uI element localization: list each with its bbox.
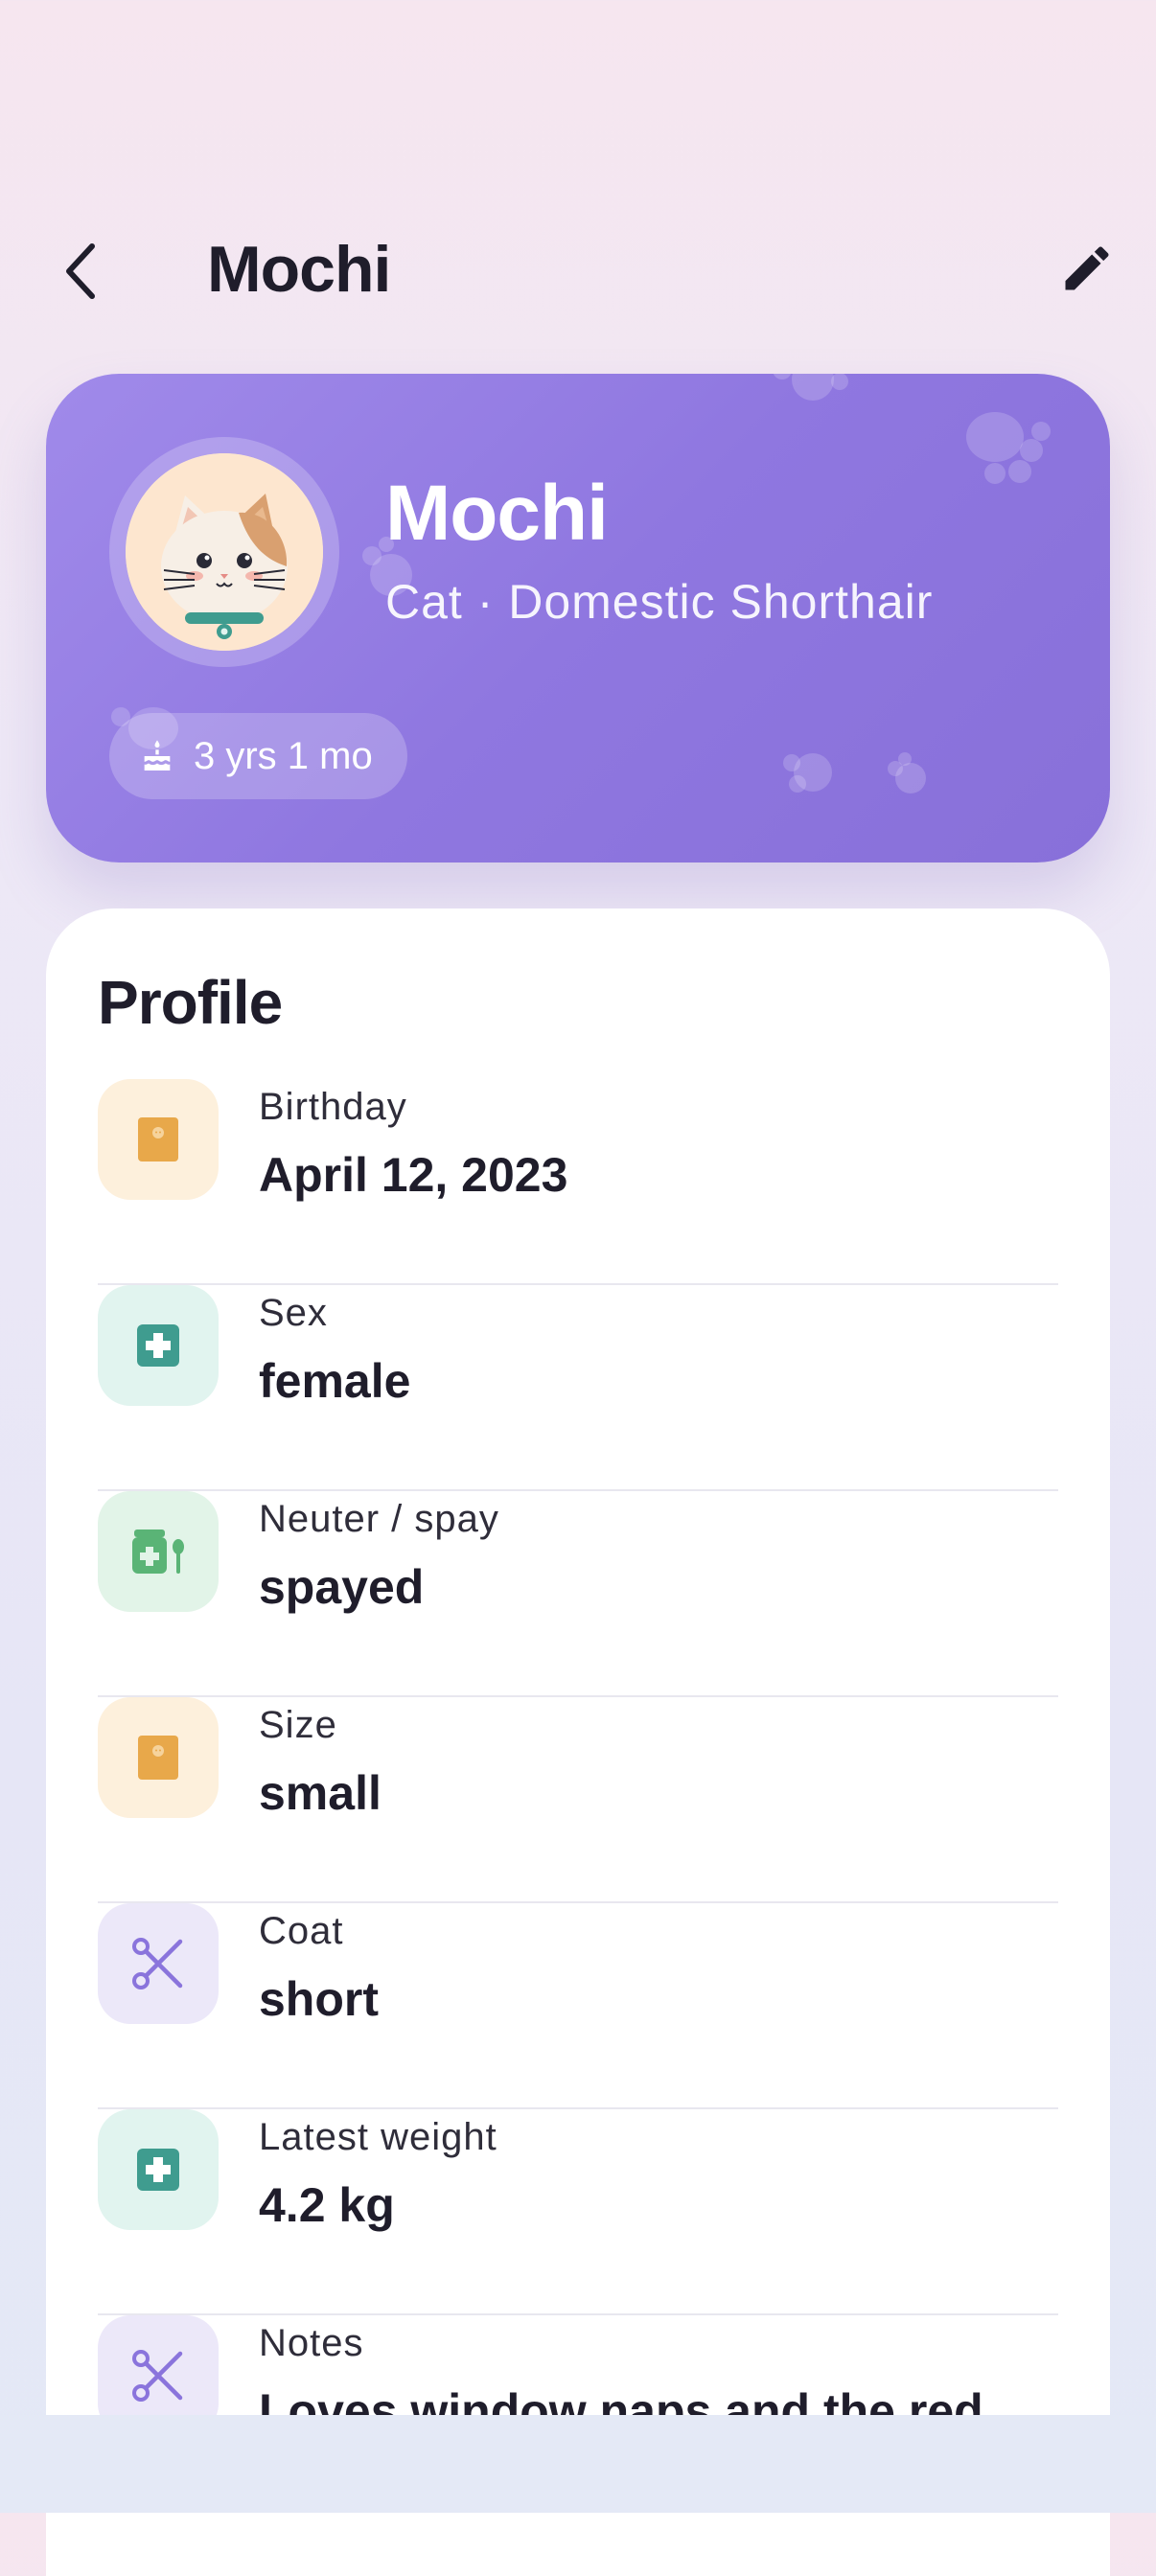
row-icon-tile — [98, 1285, 219, 1406]
paw-print-decoration — [888, 752, 926, 794]
page-title: Mochi — [207, 233, 391, 306]
row-label: Latest weight — [259, 2116, 497, 2158]
bottom-safe-area — [0, 2415, 1156, 2513]
row-icon-tile — [98, 1079, 219, 1200]
age-label: 3 yrs 1 mo — [194, 734, 373, 777]
row-label: Sex — [259, 1292, 328, 1334]
row-value: 4.2 kg — [259, 2178, 395, 2232]
row-label: Birthday — [259, 1086, 407, 1128]
scissors-icon — [132, 2350, 183, 2402]
row-value: April 12, 2023 — [259, 1148, 568, 1202]
profile-row-birthday[interactable]: Birthday April 12, 2023 — [98, 1079, 1058, 1285]
row-label: Size — [259, 1704, 337, 1746]
food-bag-icon — [138, 1736, 178, 1780]
profile-row-sex[interactable]: Sex female — [98, 1285, 1058, 1491]
profile-row-size[interactable]: Size small — [98, 1697, 1058, 1903]
row-value: small — [259, 1766, 381, 1820]
row-icon-tile — [98, 2109, 219, 2230]
row-value: short — [259, 1972, 379, 2026]
age-chip: 3 yrs 1 mo — [109, 713, 407, 799]
section-title: Profile — [98, 968, 283, 1037]
row-icon-tile — [98, 1491, 219, 1612]
medical-cross-icon — [137, 1324, 179, 1367]
row-value: female — [259, 1354, 411, 1408]
food-bag-icon — [138, 1117, 178, 1162]
profile-row-latest-weight[interactable]: Latest weight 4.2 kg — [98, 2109, 1058, 2315]
top-bar: Mochi — [0, 0, 1156, 364]
edit-button[interactable] — [1052, 230, 1121, 307]
pet-hero-card: Mochi Cat · Domestic Shorthair 3 yrs 1 m… — [46, 374, 1110, 862]
row-icon-tile — [98, 1903, 219, 2024]
medicine-jar-icon — [132, 1530, 184, 1574]
pet-species-breed: Cat · Domestic Shorthair — [385, 575, 934, 629]
paw-print-decoration — [966, 412, 1051, 484]
row-icon-tile — [98, 1697, 219, 1818]
profile-card: Profile Birthday April 12, 2023 Sex fema… — [46, 908, 1110, 2576]
paw-print-decoration — [783, 753, 832, 793]
row-label: Notes — [259, 2322, 364, 2364]
cat-avatar-icon — [126, 453, 323, 651]
chevron-left-icon — [66, 243, 95, 299]
profile-row-coat[interactable]: Coat short — [98, 1903, 1058, 2109]
row-label: Neuter / spay — [259, 1498, 499, 1540]
scissors-icon — [132, 1938, 183, 1990]
medical-cross-icon — [137, 2149, 179, 2191]
profile-row-neuter-spay[interactable]: Neuter / spay spayed — [98, 1491, 1058, 1697]
cake-icon — [144, 740, 171, 770]
back-button[interactable] — [50, 228, 111, 314]
pencil-icon — [1065, 246, 1109, 290]
row-value: spayed — [259, 1560, 425, 1614]
row-label: Coat — [259, 1910, 344, 1952]
paw-print-decoration — [773, 374, 848, 401]
pet-avatar[interactable] — [109, 437, 339, 667]
pet-name: Mochi — [385, 470, 609, 557]
